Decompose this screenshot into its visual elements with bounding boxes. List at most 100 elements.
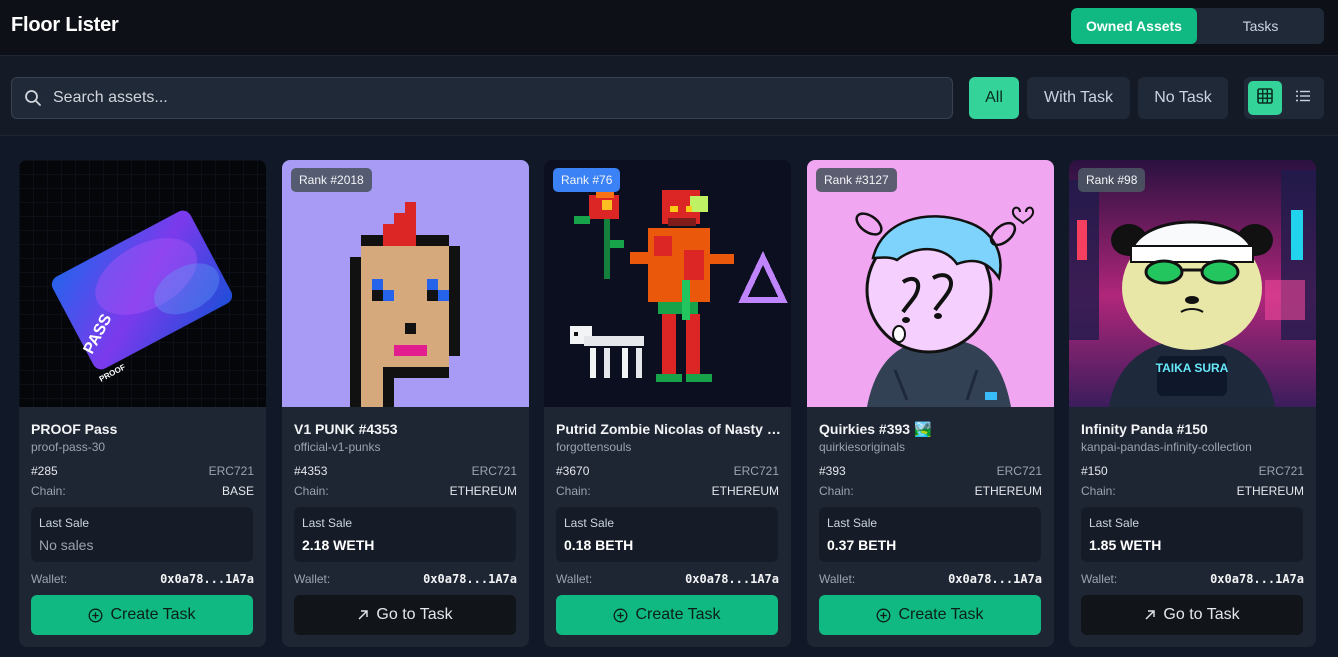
chain-value: ETHEREUM: [974, 484, 1042, 498]
wallet-label: Wallet:: [1081, 572, 1118, 586]
plus-circle-icon: [88, 608, 103, 623]
token-standard: ERC721: [471, 464, 517, 478]
filter-with-task-button[interactable]: With Task: [1027, 77, 1130, 119]
search-icon: [24, 89, 42, 107]
token-id: #393: [819, 464, 846, 478]
layout-toggle: [1244, 77, 1324, 119]
grid-view-button[interactable]: [1248, 81, 1282, 115]
asset-card: Rank #2018 V1 PUNK #4353 official-v1-pun…: [282, 160, 529, 647]
last-sale-value: 2.18 WETH: [302, 537, 375, 553]
collection-slug: forgottensouls: [556, 440, 632, 454]
last-sale-value: 1.85 WETH: [1089, 537, 1162, 553]
arrow-up-right-icon: [357, 609, 369, 621]
collection-slug: quirkiesoriginals: [819, 440, 906, 454]
last-sale-label: Last Sale: [564, 516, 615, 530]
token-id: #4353: [294, 464, 328, 478]
asset-name: Quirkies #393 🏞️: [819, 421, 932, 437]
search-input[interactable]: [53, 89, 933, 107]
action-label: Go to Task: [376, 606, 453, 623]
token-standard: ERC721: [996, 464, 1042, 478]
asset-card: Rank #3127 Quirkies #393 🏞️ quirkiesorig…: [807, 160, 1054, 647]
chain-value: ETHEREUM: [1236, 484, 1304, 498]
rank-badge: Rank #2018: [291, 168, 372, 192]
asset-image[interactable]: Rank #2018: [282, 160, 529, 407]
chain-label: Chain:: [31, 484, 66, 498]
last-sale-value: 0.18 BETH: [564, 537, 634, 553]
create-task-button[interactable]: Create Task: [556, 595, 778, 635]
asset-card: Rank #76 Putrid Zombie Nicolas of Nasty …: [544, 160, 791, 647]
wallet-address: 0x0a78...1A7a: [160, 572, 254, 586]
chain-label: Chain:: [1081, 484, 1116, 498]
last-sale-box: Last Sale No sales: [31, 507, 253, 562]
asset-card: PASS PROOF PROOF Pass proof-pass-30 #285…: [19, 160, 266, 647]
list-view-button[interactable]: [1286, 81, 1320, 115]
rank-badge: Rank #98: [1078, 168, 1146, 192]
top-bar: Floor Lister Owned Assets Tasks: [0, 0, 1338, 56]
last-sale-label: Last Sale: [827, 516, 878, 530]
last-sale-box: Last Sale 0.18 BETH: [556, 507, 778, 562]
wallet-label: Wallet:: [294, 572, 331, 586]
last-sale-label: Last Sale: [39, 516, 90, 530]
search-box[interactable]: [11, 77, 953, 119]
asset-image[interactable]: PASS PROOF: [19, 160, 266, 407]
panda-shirt-text: TAIKA SURA: [1156, 361, 1229, 375]
token-id: #3670: [556, 464, 590, 478]
wallet-address: 0x0a78...1A7a: [1210, 572, 1304, 586]
asset-card: TAIKA SURA Rank #98 Infinity Panda #150 …: [1069, 160, 1316, 647]
create-task-button[interactable]: Create Task: [819, 595, 1041, 635]
last-sale-value: No sales: [39, 537, 94, 553]
action-label: Create Task: [110, 606, 196, 623]
plus-circle-icon: [613, 608, 628, 623]
token-id: #150: [1081, 464, 1108, 478]
rank-badge: Rank #3127: [816, 168, 897, 192]
app-title: Floor Lister: [11, 14, 119, 36]
go-to-task-button[interactable]: Go to Task: [294, 595, 516, 635]
chain-label: Chain:: [556, 484, 591, 498]
asset-name: V1 PUNK #4353: [294, 421, 398, 437]
last-sale-box: Last Sale 2.18 WETH: [294, 507, 516, 562]
token-standard: ERC721: [208, 464, 254, 478]
arrow-up-right-icon: [1144, 609, 1156, 621]
last-sale-label: Last Sale: [1089, 516, 1140, 530]
asset-name: Putrid Zombie Nicolas of Nasty Nightmare…: [556, 421, 781, 437]
wallet-address: 0x0a78...1A7a: [685, 572, 779, 586]
wallet-address: 0x0a78...1A7a: [423, 572, 517, 586]
chain-value: ETHEREUM: [711, 484, 779, 498]
chain-label: Chain:: [294, 484, 329, 498]
plus-circle-icon: [876, 608, 891, 623]
asset-name: Infinity Panda #150: [1081, 421, 1208, 437]
grid-icon: [1257, 87, 1273, 109]
chain-value: BASE: [221, 484, 254, 498]
filter-no-task-button[interactable]: No Task: [1138, 77, 1228, 119]
collection-slug: official-v1-punks: [294, 440, 381, 454]
rank-badge: Rank #76: [553, 168, 621, 192]
view-switcher: Owned Assets Tasks: [1071, 8, 1324, 44]
asset-image[interactable]: TAIKA SURA Rank #98: [1069, 160, 1316, 407]
tab-tasks[interactable]: Tasks: [1197, 8, 1324, 44]
last-sale-box: Last Sale 1.85 WETH: [1081, 507, 1303, 562]
collection-slug: proof-pass-30: [31, 440, 106, 454]
token-standard: ERC721: [1258, 464, 1304, 478]
collection-slug: kanpai-pandas-infinity-collection: [1081, 440, 1252, 454]
filter-all-button[interactable]: All: [969, 77, 1019, 119]
list-icon: [1295, 88, 1311, 109]
asset-grid: PASS PROOF PROOF Pass proof-pass-30 #285…: [0, 137, 1338, 657]
wallet-label: Wallet:: [556, 572, 593, 586]
go-to-task-button[interactable]: Go to Task: [1081, 595, 1303, 635]
wallet-label: Wallet:: [819, 572, 856, 586]
asset-image[interactable]: Rank #3127: [807, 160, 1054, 407]
token-standard: ERC721: [733, 464, 779, 478]
action-label: Go to Task: [1163, 606, 1240, 623]
last-sale-value: 0.37 BETH: [827, 537, 897, 553]
asset-name: PROOF Pass: [31, 421, 118, 437]
last-sale-label: Last Sale: [302, 516, 353, 530]
create-task-button[interactable]: Create Task: [31, 595, 253, 635]
wallet-address: 0x0a78...1A7a: [948, 572, 1042, 586]
asset-image[interactable]: Rank #76: [544, 160, 791, 407]
token-id: #285: [31, 464, 58, 478]
chain-label: Chain:: [819, 484, 854, 498]
action-label: Create Task: [635, 606, 721, 623]
action-label: Create Task: [898, 606, 984, 623]
tab-owned-assets[interactable]: Owned Assets: [1071, 8, 1197, 44]
wallet-label: Wallet:: [31, 572, 68, 586]
